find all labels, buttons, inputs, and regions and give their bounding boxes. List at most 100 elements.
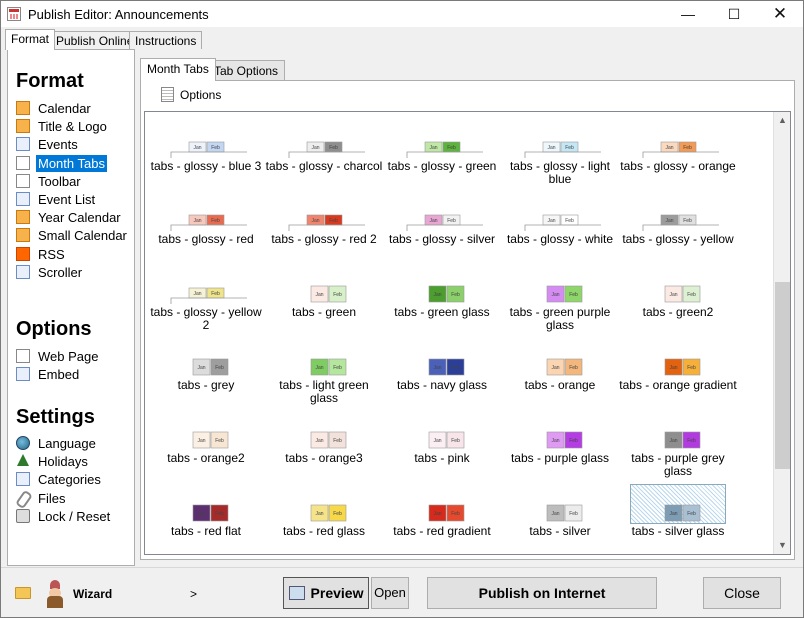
sidebar-item-language[interactable]: Language: [16, 436, 98, 454]
tab-sample-text: Feb: [569, 292, 578, 298]
sidebar-item-month-tabs[interactable]: Month Tabs: [16, 154, 107, 174]
wizard-button[interactable]: Wizard: [73, 587, 112, 601]
maximize-button[interactable]: ☐: [711, 1, 757, 27]
tab-style-option[interactable]: Jan Feb tabs - glossy - red: [147, 193, 265, 266]
tab-style-option[interactable]: Jan Feb tabs - grey: [147, 339, 265, 412]
sidebar-item-toolbar[interactable]: Toolbar: [16, 173, 83, 192]
open-button[interactable]: Open: [371, 577, 409, 609]
rss-icon: [16, 246, 30, 261]
sidebar-item-label: RSS: [38, 246, 65, 262]
sidebar-item-calendar[interactable]: Calendar: [16, 101, 93, 119]
tab-instructions[interactable]: Instructions: [129, 31, 203, 49]
tab-style-preview: Jan Feb: [310, 504, 347, 522]
tab-style-option[interactable]: Jan Feb tabs - green2: [619, 266, 737, 339]
tab-format[interactable]: Format: [5, 29, 56, 50]
tab-style-option[interactable]: Jan Feb tabs - glossy - red 2: [265, 193, 383, 266]
tab-style-preview: Jan Feb: [288, 141, 365, 158]
folder-icon[interactable]: [15, 587, 31, 599]
tab-sample-text: Jan: [433, 365, 441, 371]
tab-style-option[interactable]: Jan Feb tabs - orange3: [265, 412, 383, 485]
tab-style-preview: Jan Feb: [630, 484, 726, 524]
scroller-icon: [16, 264, 30, 279]
scroll-up-arrow-icon[interactable]: ▲: [774, 112, 790, 129]
tab-style-option[interactable]: Jan Feb tabs - orange: [501, 339, 619, 412]
tab-style-option[interactable]: Jan Feb tabs - green glass: [383, 266, 501, 339]
tab-sample-text: Jan: [429, 218, 437, 224]
tab-sample-text: Feb: [211, 291, 220, 297]
tab-style-option[interactable]: Jan Feb tabs - red glass: [265, 485, 383, 554]
tab-style-option[interactable]: Jan Feb tabs - glossy - yellow 2: [147, 266, 265, 339]
tab-sample-text: Jan: [669, 511, 677, 517]
preview-button[interactable]: Preview: [283, 577, 369, 609]
tab-month-tabs[interactable]: Month Tabs: [140, 58, 216, 81]
options-button[interactable]: Options: [161, 87, 221, 102]
tab-style-option[interactable]: Jan Feb tabs - red gradient: [383, 485, 501, 554]
sidebar-item-title-logo[interactable]: Title & Logo: [16, 119, 109, 137]
tab-style-label: tabs - navy glass: [396, 378, 488, 392]
tab-sample-text: Feb: [451, 511, 460, 517]
tab-sample-text: Jan: [193, 291, 201, 297]
sidebar-item-web-page[interactable]: Web Page: [16, 349, 100, 367]
wizard-next-arrow[interactable]: >: [190, 587, 197, 601]
sidebar-item-label: Event List: [38, 192, 96, 207]
tab-style-option[interactable]: Jan Feb tabs - glossy - green: [383, 120, 501, 193]
tab-style-option[interactable]: Jan Feb tabs - purple glass: [501, 412, 619, 485]
tab-style-label: tabs - glossy - yellow 2: [150, 305, 262, 332]
tab-style-option[interactable]: Jan Feb tabs - light green glass: [265, 339, 383, 412]
tab-style-option[interactable]: Jan Feb tabs - pink: [383, 412, 501, 485]
window-title: Publish Editor: Announcements: [28, 7, 209, 22]
calendar-icon: [16, 101, 30, 115]
tab-style-option[interactable]: Jan Feb tabs - orange2: [147, 412, 265, 485]
options-heading: Options: [16, 318, 92, 340]
tab-sample-text: Feb: [329, 145, 338, 151]
sidebar-item-event-list[interactable]: Event List: [16, 192, 97, 210]
tab-style-preview: Jan Feb: [192, 358, 229, 376]
vertical-scrollbar[interactable]: ▲ ▼: [773, 112, 790, 554]
sidebar-item-scroller[interactable]: Scroller: [16, 264, 84, 283]
sidebar-item-label: Web Page: [38, 349, 99, 364]
sidebar-item-rss[interactable]: RSS: [16, 246, 67, 265]
scroll-down-arrow-icon[interactable]: ▼: [774, 537, 790, 554]
minimize-button[interactable]: —: [665, 1, 711, 27]
tabs-icon: [16, 155, 30, 170]
tab-style-preview: Jan Feb: [524, 141, 601, 158]
sidebar-item-lock-reset[interactable]: Lock / Reset: [16, 508, 112, 527]
tab-style-option[interactable]: Jan Feb tabs - glossy - charcol: [265, 120, 383, 193]
wizard-icon[interactable]: [45, 580, 65, 608]
sidebar-item-categories[interactable]: Categories: [16, 472, 103, 490]
close-button[interactable]: Close: [703, 577, 781, 609]
tab-style-option[interactable]: Jan Feb tabs - orange gradient: [619, 339, 737, 412]
tab-style-preview: Jan Feb: [428, 285, 465, 303]
tab-style-option[interactable]: Jan Feb tabs - silver: [501, 485, 619, 554]
tab-style-option[interactable]: Jan Feb tabs - glossy - yellow: [619, 193, 737, 266]
sidebar-item-year-calendar[interactable]: Year Calendar: [16, 210, 123, 228]
tab-style-option[interactable]: Jan Feb tabs - glossy - blue 3: [147, 120, 265, 193]
close-window-button[interactable]: ✕: [757, 1, 803, 27]
tab-style-option[interactable]: Jan Feb tabs - glossy - orange: [619, 120, 737, 193]
tab-style-option[interactable]: Jan Feb tabs - green: [265, 266, 383, 339]
tab-style-option[interactable]: Jan Feb tabs - glossy - silver: [383, 193, 501, 266]
tab-sample-text: Jan: [551, 292, 559, 298]
tab-publish-online[interactable]: Publish Online: [50, 31, 140, 49]
tab-style-option[interactable]: Jan Feb tabs - green purple glass: [501, 266, 619, 339]
sidebar-item-embed[interactable]: Embed: [16, 367, 81, 385]
sidebar-item-events[interactable]: Events: [16, 137, 80, 155]
sidebar-item-small-calendar[interactable]: Small Calendar: [16, 228, 129, 246]
tab-tab-options[interactable]: Tab Options: [207, 60, 286, 80]
tab-style-option[interactable]: Jan Feb tabs - purple grey glass: [619, 412, 737, 485]
sidebar-item-files[interactable]: Files: [16, 491, 67, 509]
tab-sample-text: Feb: [333, 438, 342, 444]
tab-sample-text: Feb: [447, 145, 456, 151]
sidebar-item-holidays[interactable]: Holidays: [16, 454, 90, 472]
tab-sample-text: Feb: [211, 218, 220, 224]
tab-sample-text: Feb: [329, 218, 338, 224]
scrollbar-thumb[interactable]: [775, 282, 790, 469]
tab-sample-text: Jan: [197, 511, 205, 517]
publish-on-internet-button[interactable]: Publish on Internet: [427, 577, 657, 609]
tab-style-option[interactable]: Jan Feb tabs - glossy - white: [501, 193, 619, 266]
tab-sample-text: Feb: [447, 218, 456, 224]
tab-style-option[interactable]: Jan Feb tabs - navy glass: [383, 339, 501, 412]
tab-style-option[interactable]: Jan Feb tabs - silver glass: [619, 484, 737, 554]
tab-style-option[interactable]: Jan Feb tabs - glossy - light blue: [501, 120, 619, 193]
tab-style-option[interactable]: Jan Feb tabs - red flat: [147, 485, 265, 554]
